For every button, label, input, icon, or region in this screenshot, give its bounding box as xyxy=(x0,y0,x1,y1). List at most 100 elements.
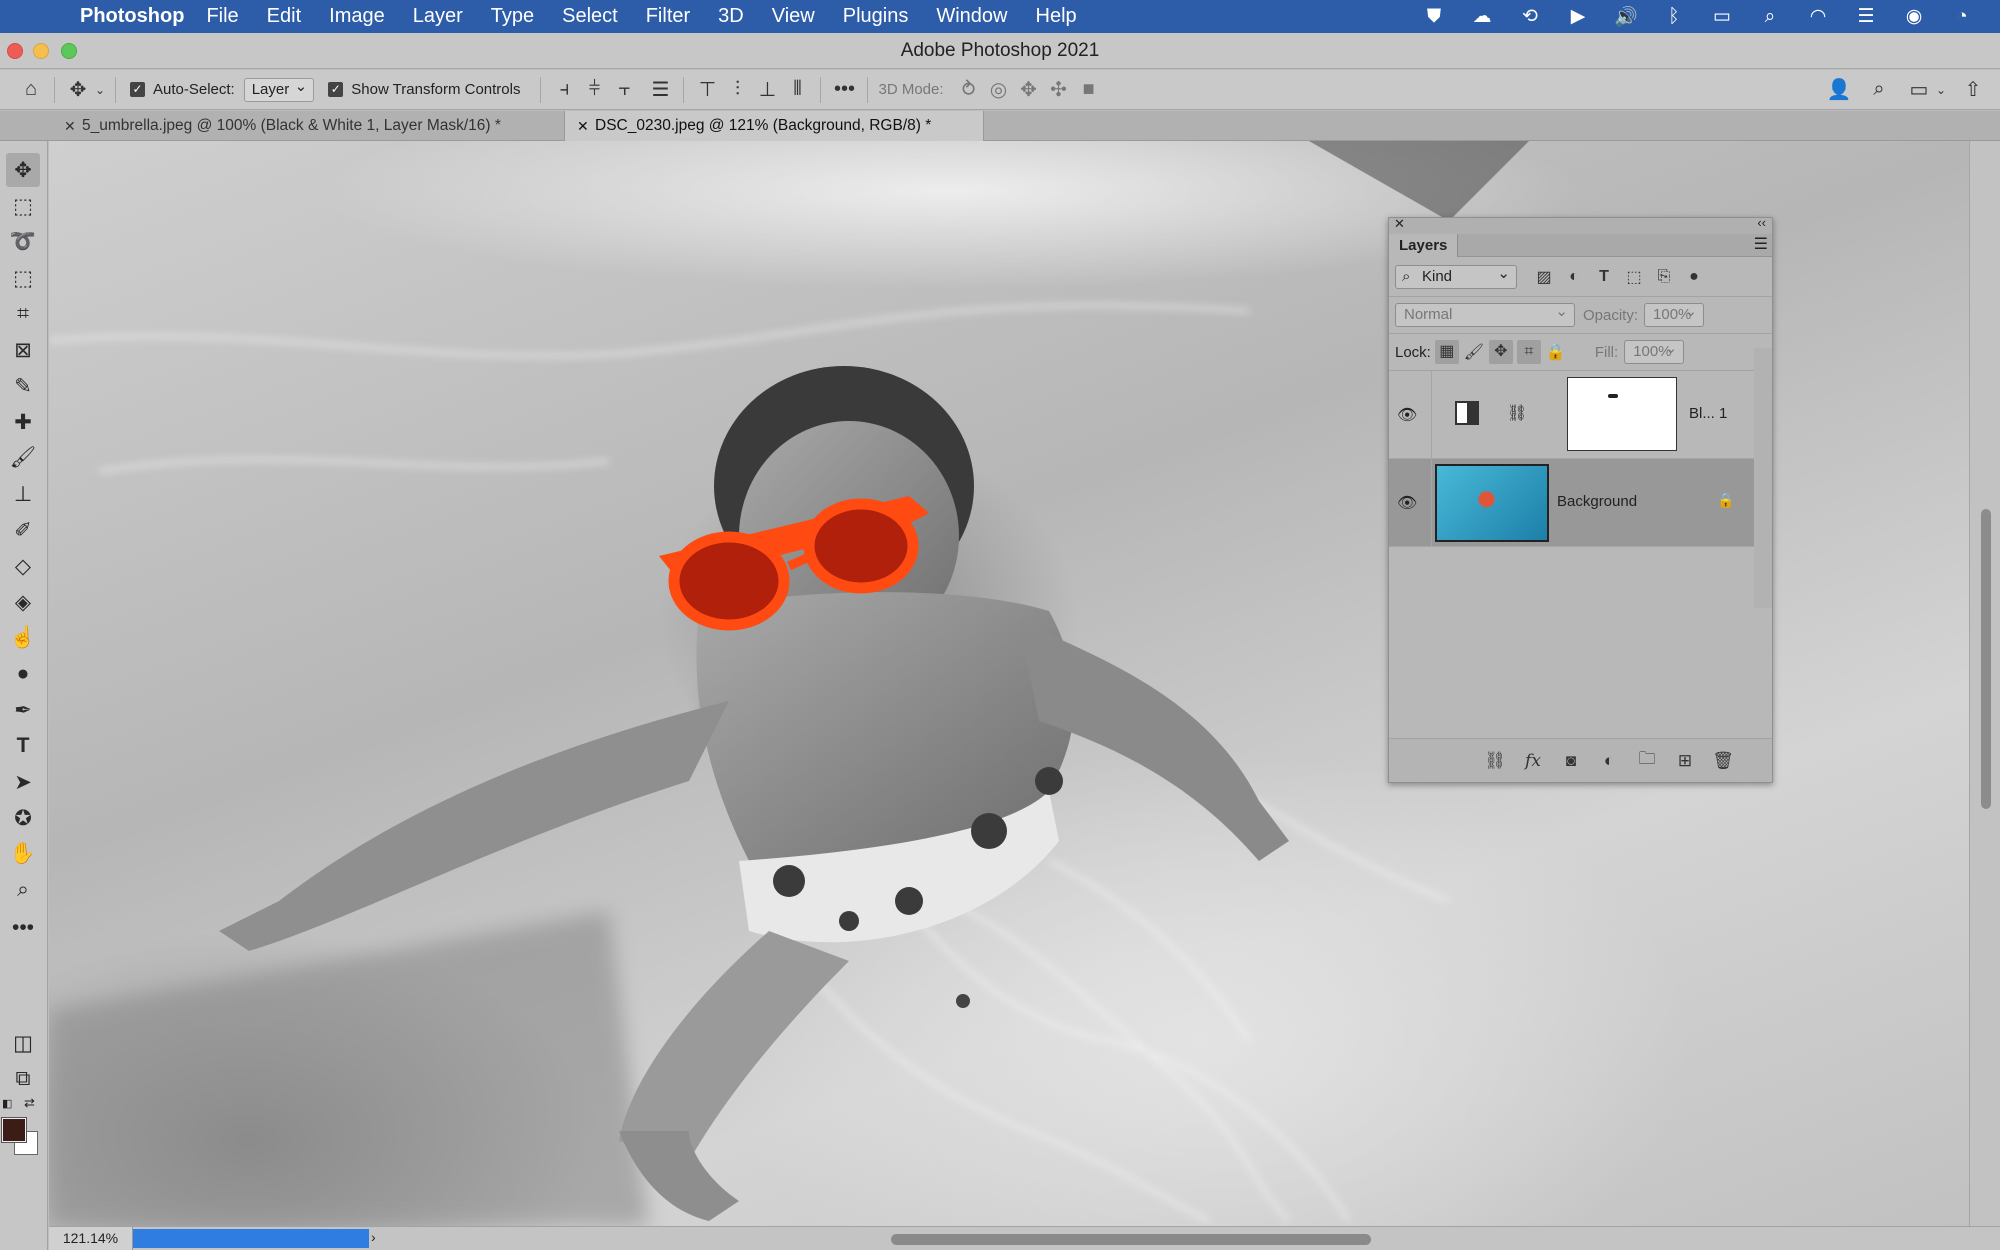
align-right-icon[interactable]: ⫟ xyxy=(609,75,639,105)
default-colors-icon[interactable]: ◧ xyxy=(2,1097,12,1110)
screen-mode-icon[interactable]: ⧉ xyxy=(6,1062,40,1096)
lock-all-icon[interactable]: 🔒 xyxy=(1541,342,1571,362)
tab-umbrella[interactable]: ✕ 5_umbrella.jpeg @ 100% (Black & White … xyxy=(52,111,562,141)
type-filter-icon[interactable]: T xyxy=(1589,268,1619,286)
fill-field[interactable]: 100% xyxy=(1624,338,1685,364)
volume-icon[interactable]: 🔊 xyxy=(1602,5,1650,29)
close-window-button[interactable] xyxy=(7,43,23,59)
layer-name[interactable]: Background xyxy=(1557,493,1637,510)
visibility-eye-icon[interactable]: 👁 xyxy=(1397,493,1417,513)
3d-orbit-icon[interactable]: ⥁ xyxy=(954,75,984,105)
siri-icon[interactable]: ◉ xyxy=(1890,5,1938,28)
show-transform-checkbox[interactable]: ✓ xyxy=(328,82,344,97)
add-mask-icon[interactable]: ◙ xyxy=(1552,751,1590,771)
align-left-icon[interactable]: ⫞ xyxy=(549,75,579,105)
delete-layer-icon[interactable]: 🗑 xyxy=(1704,751,1742,771)
close-tab-icon[interactable]: ✕ xyxy=(64,111,76,141)
new-group-icon[interactable]: 🗀 xyxy=(1628,746,1666,775)
menu-view[interactable]: View xyxy=(758,5,829,28)
horizontal-scroll-thumb[interactable] xyxy=(891,1234,1371,1245)
lock-position-icon[interactable]: ✥ xyxy=(1488,340,1513,364)
blend-mode-dropdown[interactable]: Normal xyxy=(1395,301,1575,327)
quick-mask-icon[interactable]: ◫ xyxy=(6,1026,40,1060)
align-center-icon[interactable]: ⫩ xyxy=(579,75,609,105)
time-machine-icon[interactable]: ⟲ xyxy=(1506,5,1554,28)
visibility-eye-icon[interactable]: 👁 xyxy=(1397,405,1417,425)
new-adjustment-layer-icon[interactable]: ◐ xyxy=(1590,751,1628,771)
object-selection-tool-icon[interactable]: ⬚ xyxy=(6,261,40,295)
menu-3d[interactable]: 3D xyxy=(704,5,758,28)
pixel-filter-icon[interactable]: ▨ xyxy=(1529,267,1559,287)
lock-pixels-icon[interactable]: 🖌 xyxy=(1459,342,1489,362)
menu-edit[interactable]: Edit xyxy=(253,5,315,28)
app-menu[interactable]: Photoshop xyxy=(80,5,184,28)
zoom-window-button[interactable] xyxy=(61,43,77,59)
move-tool-icon[interactable]: ✥ xyxy=(63,75,93,105)
align-top-icon[interactable]: ⊤ xyxy=(692,75,722,105)
swap-colors-icon[interactable]: ⇄ xyxy=(24,1095,35,1111)
paint-bucket-tool-icon[interactable]: ◈ xyxy=(6,585,40,619)
auto-select-dropdown[interactable]: Layer xyxy=(243,76,315,102)
lock-artboard-icon[interactable]: ⌗ xyxy=(1516,340,1541,364)
menu-filter[interactable]: Filter xyxy=(632,5,704,28)
pen-tool-icon[interactable]: ✒ xyxy=(6,693,40,727)
layer-name[interactable]: Bl... 1 xyxy=(1689,405,1727,422)
3d-slide-icon[interactable]: ✣ xyxy=(1044,75,1074,105)
layer-style-icon[interactable]: fx xyxy=(1514,751,1552,771)
history-brush-tool-icon[interactable]: ✐ xyxy=(6,513,40,547)
3d-pan-icon[interactable]: ✥ xyxy=(1014,75,1044,105)
smart-object-filter-icon[interactable]: ⎘ xyxy=(1649,268,1679,286)
shape-filter-icon[interactable]: ⬚ xyxy=(1619,267,1649,287)
menu-window[interactable]: Window xyxy=(922,5,1021,28)
align-bottom-icon[interactable]: ⊥ xyxy=(752,75,782,105)
menu-help[interactable]: Help xyxy=(1022,5,1091,28)
shield-icon[interactable]: ⛊ xyxy=(1410,6,1458,28)
distribute-vertical-icon[interactable]: ⦀ xyxy=(782,75,812,105)
lock-transparent-icon[interactable]: ▦ xyxy=(1434,340,1459,364)
custom-shape-tool-icon[interactable]: ✪ xyxy=(6,801,40,835)
crop-tool-icon[interactable]: ⌗ xyxy=(6,297,40,331)
clone-stamp-tool-icon[interactable]: ⊥ xyxy=(6,477,40,511)
spotlight-search-icon[interactable]: ⌕ xyxy=(1746,6,1794,28)
more-options-icon[interactable]: ••• xyxy=(829,75,859,105)
tool-preset-chevron-icon[interactable]: ⌄ xyxy=(93,75,107,105)
battery-icon[interactable]: ▭ xyxy=(1698,5,1746,28)
filter-toggle-icon[interactable]: ● xyxy=(1679,268,1709,286)
zoom-tool-icon[interactable]: ⌕ xyxy=(6,873,40,907)
creative-cloud-icon[interactable]: ☁ xyxy=(1458,5,1506,28)
workspace-icon[interactable]: ▭ xyxy=(1904,75,1934,105)
menu-plugins[interactable]: Plugins xyxy=(829,5,923,28)
status-more-chevron-icon[interactable]: › xyxy=(371,1229,376,1245)
eraser-tool-icon[interactable]: ◇ xyxy=(6,549,40,583)
foreground-color-swatch[interactable] xyxy=(1,1117,27,1143)
frame-tool-icon[interactable]: ⊠ xyxy=(6,333,40,367)
new-layer-icon[interactable]: ⊞ xyxy=(1666,751,1704,771)
clock-icon[interactable]: ◔ xyxy=(1938,6,1986,28)
layer-list-scrollbar[interactable] xyxy=(1754,348,1772,608)
workspace-chevron-icon[interactable]: ⌄ xyxy=(1934,75,1948,105)
panel-menu-icon[interactable]: ☰ xyxy=(1754,234,1768,256)
3d-camera-icon[interactable]: ■ xyxy=(1074,75,1104,105)
filter-kind-dropdown[interactable]: ⌕ Kind xyxy=(1395,263,1517,289)
tab-layers[interactable]: Layers xyxy=(1389,234,1459,257)
healing-brush-tool-icon[interactable]: ✚ xyxy=(6,405,40,439)
layer-row-black-white[interactable]: 👁 ⛓ Bl... 1 xyxy=(1389,371,1754,459)
eyedropper-tool-icon[interactable]: ✎ xyxy=(6,369,40,403)
align-middle-icon[interactable]: ⫶ xyxy=(722,75,752,105)
edit-toolbar-icon[interactable]: ••• xyxy=(6,911,40,945)
close-tab-icon[interactable]: ✕ xyxy=(577,111,589,141)
bluetooth-icon[interactable]: ᛒ xyxy=(1650,6,1698,28)
minimize-window-button[interactable] xyxy=(33,43,49,59)
menu-image[interactable]: Image xyxy=(315,5,399,28)
distribute-horizontal-icon[interactable]: ☰ xyxy=(645,75,675,105)
zoom-level[interactable]: 121.14% xyxy=(49,1227,133,1250)
lasso-tool-icon[interactable]: ➰ xyxy=(6,225,40,259)
collapse-panel-icon[interactable]: ‹‹ xyxy=(1757,215,1766,230)
layer-thumbnail[interactable] xyxy=(1435,464,1549,542)
menu-file[interactable]: File xyxy=(192,5,252,28)
vertical-scroll-thumb[interactable] xyxy=(1981,509,1991,809)
opacity-field[interactable]: 100% xyxy=(1644,301,1705,327)
search-icon[interactable]: ⌕ xyxy=(1864,75,1894,105)
type-tool-icon[interactable]: T xyxy=(6,729,40,763)
home-icon[interactable]: ⌂ xyxy=(16,75,46,105)
